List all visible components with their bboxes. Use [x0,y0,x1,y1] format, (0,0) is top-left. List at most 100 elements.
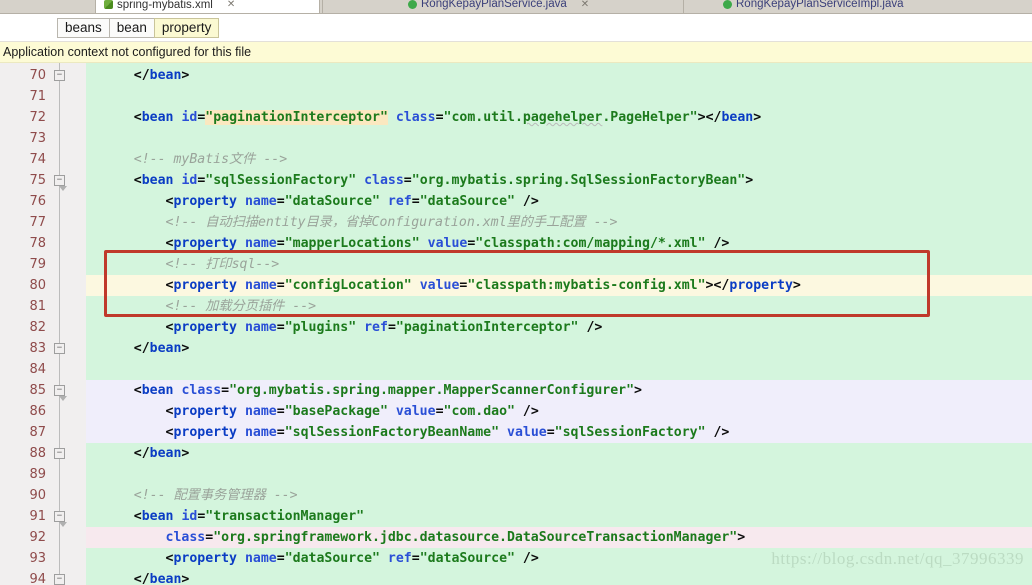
line-number: 75 [29,173,46,188]
tab-label: RongKepayPlanServiceImpl.java [736,0,904,10]
code-line[interactable]: 82 <property name="plugins" ref="paginat… [0,317,1032,338]
code-line-text [86,128,1032,149]
fold-toggle-icon[interactable]: − [54,175,67,191]
code-line-text [86,464,1032,485]
code-line[interactable]: 83− </bean> [0,338,1032,359]
close-icon[interactable]: ✕ [581,0,589,10]
code-line-text: <property name="sqlSessionFactoryBeanNam… [165,425,730,440]
code-line[interactable]: 77 <!-- 自动扫描entity目录，省掉Configuration.xml… [0,212,1032,233]
code-line[interactable]: 78 <property name="mapperLocations" valu… [0,233,1032,254]
code-line[interactable]: 90 <!-- 配置事务管理器 --> [0,485,1032,506]
code-line-text: <!-- 打印sql--> [102,257,280,272]
code-line[interactable]: 72 <bean id="paginationInterceptor" clas… [0,107,1032,128]
line-number: 87 [29,425,46,440]
fold-toggle-icon[interactable]: − [54,385,67,401]
tab-spring-mybatis-xml[interactable]: spring-mybatis.xml ✕ [95,0,320,13]
code-line-text: <property name="plugins" ref="pagination… [165,320,603,335]
code-line-text: </bean> [133,572,190,585]
line-number: 90 [29,488,46,503]
close-icon[interactable]: ✕ [227,0,235,10]
editor-tab-bar: spring-mybatis.xml ✕ RongKepayPlanServic… [0,0,1032,14]
tab-label: RongKepayPlanService.java [421,0,567,10]
application-context-warning-banner[interactable]: Application context not configured for t… [0,42,1032,63]
tab-divider [322,0,323,13]
line-number: 79 [29,257,46,272]
breadcrumb-item-bean[interactable]: bean [108,17,155,38]
line-number: 77 [29,215,46,230]
code-line[interactable]: 94− </bean> [0,569,1032,585]
code-line-text: <!-- 自动扫描entity目录，省掉Configuration.xml里的手… [102,215,618,230]
code-line[interactable]: 92 class="org.springframework.jdbc.datas… [0,527,1032,548]
code-line-text: </bean> [133,446,190,461]
code-line-text: <!-- myBatis文件 --> [102,152,288,167]
code-line-text [86,359,1032,380]
java-class-icon [408,0,417,9]
breadcrumb-item-beans[interactable]: beans [57,17,110,38]
line-number: 85 [29,383,46,398]
line-number: 93 [29,551,46,566]
code-line[interactable]: 84 [0,359,1032,380]
code-line[interactable]: 86 <property name="basePackage" value="c… [0,401,1032,422]
code-line[interactable]: 75− <bean id="sqlSessionFactory" class="… [0,170,1032,191]
code-line-text: <bean class="org.mybatis.spring.mapper.M… [133,383,642,398]
code-line-text: <!-- 配置事务管理器 --> [102,488,298,503]
code-line-text: <property name="dataSource" ref="dataSou… [165,194,539,209]
xml-file-icon [104,0,113,9]
line-number: 83 [29,341,46,356]
code-line-text: <property name="configLocation" value="c… [165,278,801,293]
breadcrumb-item-property[interactable]: property [153,17,220,38]
line-number: 76 [29,194,46,209]
line-number: 84 [29,362,46,377]
line-number: 72 [29,110,46,125]
watermark-text: https://blog.csdn.net/qq_37996339 [771,549,1024,568]
code-line[interactable]: 70− </bean> [0,65,1032,86]
code-line-text: </bean> [133,341,190,356]
code-line[interactable]: 76 <property name="dataSource" ref="data… [0,191,1032,212]
line-number: 91 [29,509,46,524]
code-line[interactable]: 85− <bean class="org.mybatis.spring.mapp… [0,380,1032,401]
line-number: 80 [29,278,46,293]
code-line-text: <bean id="transactionManager" [133,509,365,524]
code-line-text: <property name="basePackage" value="com.… [165,404,539,419]
line-number: 86 [29,404,46,419]
code-line[interactable]: 91− <bean id="transactionManager" [0,506,1032,527]
fold-toggle-icon[interactable]: − [54,343,65,354]
watermark: https://blog.csdn.net/qq_37996339 [771,549,1024,569]
code-line[interactable]: 81 <!-- 加载分页插件 --> [0,296,1032,317]
line-number: 78 [29,236,46,251]
tab-label: spring-mybatis.xml [117,0,213,11]
line-number: 74 [29,152,46,167]
code-line-text: </bean> [133,68,190,83]
code-line[interactable]: 79 <!-- 打印sql--> [0,254,1032,275]
code-line-text: <bean id="paginationInterceptor" class="… [133,110,762,125]
line-number: 89 [29,467,46,482]
code-line[interactable]: 87 <property name="sqlSessionFactoryBean… [0,422,1032,443]
tab-rongkepayplanservice-java[interactable]: RongKepayPlanService.java ✕ [400,0,685,13]
line-number: 82 [29,320,46,335]
code-line-text: class="org.springframework.jdbc.datasour… [165,530,746,545]
fold-toggle-icon[interactable]: − [54,574,65,585]
breadcrumb: beans bean property [0,14,1032,42]
code-line-text: <!-- 加载分页插件 --> [102,299,317,314]
code-line-text [86,86,1032,107]
code-line[interactable]: 88− </bean> [0,443,1032,464]
tab-divider [683,0,684,13]
code-line[interactable]: 71 [0,86,1032,107]
code-line[interactable]: 74 <!-- myBatis文件 --> [0,149,1032,170]
fold-toggle-icon[interactable]: − [54,511,67,527]
line-number: 88 [29,446,46,461]
warning-text: Application context not configured for t… [3,45,252,59]
fold-toggle-icon[interactable]: − [54,448,65,459]
code-line[interactable]: 73 [0,128,1032,149]
line-number: 92 [29,530,46,545]
line-number: 81 [29,299,46,314]
fold-toggle-icon[interactable]: − [54,70,65,81]
java-class-icon [723,0,732,9]
line-number: 70 [29,68,46,83]
code-editor[interactable]: 70− </bean> 71 72 <bean id="paginationInte… [0,63,1032,585]
code-line[interactable]: 89 [0,464,1032,485]
line-number: 71 [29,89,46,104]
line-number: 94 [29,572,46,585]
code-line[interactable]: 80 <property name="configLocation" value… [0,275,1032,296]
tab-rongkepayplanserviceimpl-java[interactable]: RongKepayPlanServiceImpl.java [715,0,1015,13]
